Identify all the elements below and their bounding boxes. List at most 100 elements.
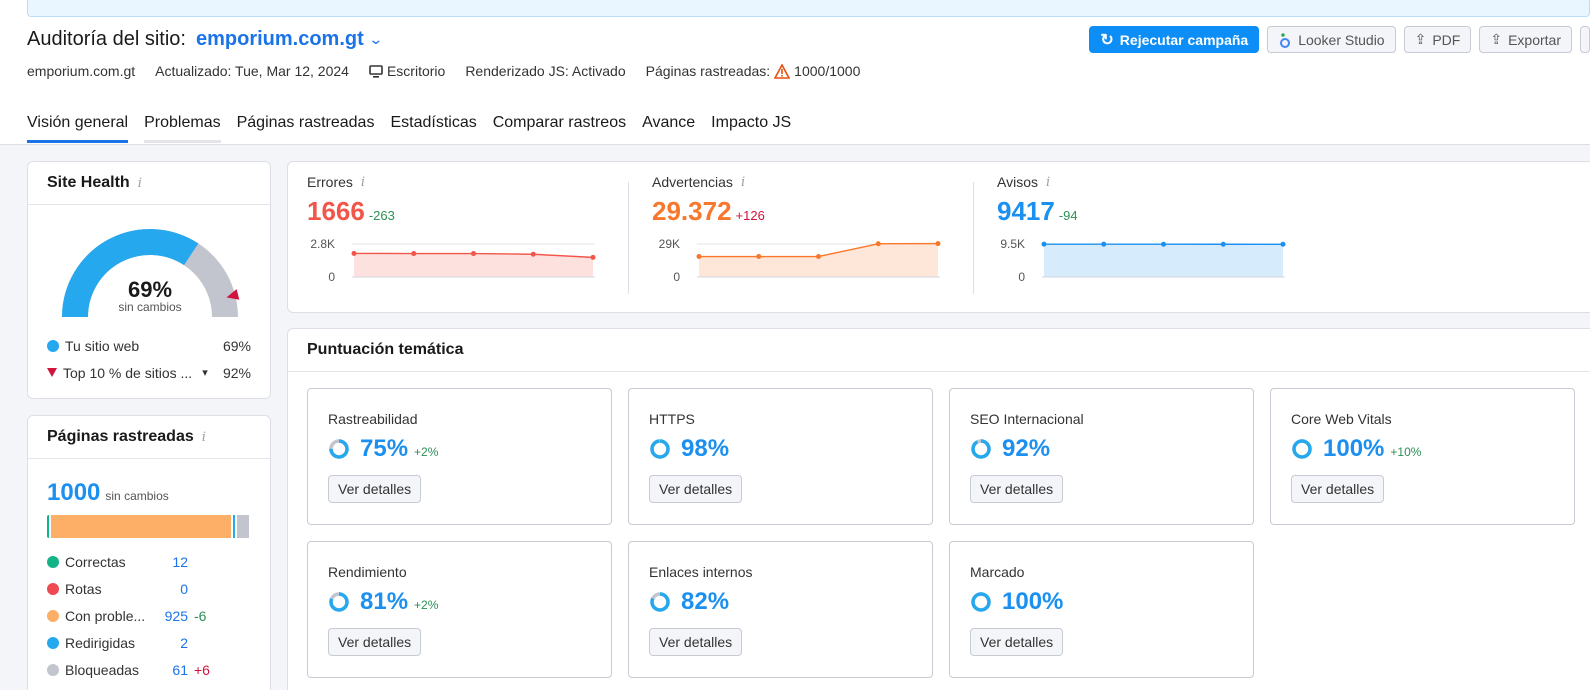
site-health-legend: Tu sitio web 69% Top 10 % de sitios ... …	[28, 332, 270, 386]
topic-score: 100%	[970, 588, 1233, 616]
topic-name: Rastreabilidad	[328, 411, 418, 427]
meta-crawled: Páginas rastreadas: 1000/1000	[646, 63, 861, 79]
chevron-down-icon[interactable]: ▾	[202, 366, 208, 379]
sparkline-point[interactable]	[1220, 241, 1226, 247]
sparkline-point[interactable]	[935, 241, 941, 247]
legend-value[interactable]: 0	[160, 581, 188, 597]
meta-site: emporium.com.gt	[27, 63, 136, 79]
export-label: Exportar	[1508, 31, 1561, 48]
view-details-button[interactable]: Ver detalles	[970, 628, 1064, 656]
meta-js-render: Renderizado JS: Activado	[465, 63, 626, 79]
sparkline-point[interactable]	[530, 251, 536, 257]
page-header: Auditoría del sitio: emporium.com.gt ⌄ e…	[0, 0, 1590, 145]
more-button[interactable]	[1580, 26, 1590, 53]
thematic-title-text: Puntuación temática	[307, 341, 464, 358]
sparkline-point[interactable]	[590, 254, 596, 260]
export-button[interactable]: ⇪ Exportar	[1479, 26, 1572, 53]
metric-value-row: 29.372 +126	[652, 196, 952, 227]
view-details-button[interactable]: Ver detalles	[649, 475, 743, 503]
metric-delta: +126	[735, 208, 765, 223]
pdf-button[interactable]: ⇪ PDF	[1403, 26, 1472, 53]
sparkline-point[interactable]	[1280, 241, 1286, 247]
tab-compare-crawls[interactable]: Comparar rastreos	[493, 114, 626, 143]
metric-label: Advertencias i	[652, 174, 952, 190]
sparkline-point[interactable]	[756, 254, 762, 260]
y-tick-min: 0	[673, 270, 680, 281]
sparkline-point[interactable]	[875, 241, 881, 247]
gauge-subtitle: sin cambios	[118, 300, 181, 314]
ring-fill	[650, 439, 670, 459]
legend-value[interactable]: 925	[160, 608, 188, 624]
notification-strip	[27, 0, 1590, 17]
topic-delta: +10%	[1390, 445, 1422, 459]
tab-statistics[interactable]: Estadísticas	[390, 114, 476, 143]
legend-delta: -6	[194, 607, 207, 624]
domain-selector[interactable]: emporium.com.gt	[196, 28, 364, 51]
meta-crawled-label: Páginas rastreadas:	[645, 63, 771, 79]
rerun-campaign-button[interactable]: ↻ Rejecutar campaña	[1089, 26, 1260, 53]
crawled-total-value[interactable]: 1000	[47, 479, 100, 507]
topic-card: SEO Internacional 92% Ver detalles	[949, 388, 1254, 525]
bar-segment[interactable]	[237, 515, 251, 538]
crawled-pages-title-text: Páginas rastreadas	[47, 428, 194, 445]
legend-label: Con proble...	[65, 607, 146, 624]
score-ring-icon	[650, 592, 670, 612]
site-health-title-text: Site Health	[47, 174, 130, 191]
topic-card: Core Web Vitals 100% +10% Ver detalles	[1270, 388, 1575, 525]
sparkline-point[interactable]	[1161, 241, 1166, 247]
legend-value[interactable]: 2	[160, 635, 188, 651]
info-icon[interactable]: i	[138, 176, 142, 191]
sparkline-point[interactable]	[696, 254, 702, 260]
sparkline-point[interactable]	[411, 251, 417, 257]
legend-label: Tu sitio web	[65, 337, 140, 354]
metric-value[interactable]: 9417	[997, 196, 1055, 227]
legend-top10[interactable]: Top 10 % de sitios ... ▾ 92%	[28, 359, 270, 386]
pdf-label: PDF	[1432, 31, 1461, 48]
chevron-down-icon[interactable]: ⌄	[368, 31, 383, 48]
info-icon[interactable]: i	[361, 175, 365, 190]
bar-segment[interactable]	[51, 515, 233, 538]
info-icon[interactable]: i	[1046, 175, 1050, 190]
y-tick-min: 0	[328, 270, 335, 281]
view-details-button[interactable]: Ver detalles	[328, 475, 422, 503]
crawled-pages-card: Páginas rastreadas i 1000 sin cambios Co…	[27, 415, 271, 690]
score-ring-icon	[1292, 439, 1312, 459]
sparkline-point[interactable]	[471, 251, 476, 257]
metric-sparkline: 29K 0	[659, 237, 941, 281]
legend-dot	[47, 582, 59, 595]
crawled-pages-row: Rotas 0	[28, 575, 270, 602]
legend-label: Rotas	[65, 580, 102, 597]
tab-crawled-pages[interactable]: Páginas rastreadas	[237, 114, 375, 143]
sparkline-point[interactable]	[816, 254, 821, 260]
topic-percent: 100%	[1002, 588, 1064, 615]
view-details-button[interactable]: Ver detalles	[328, 628, 422, 656]
sparkline-point[interactable]	[351, 250, 357, 256]
view-details-button[interactable]: Ver detalles	[970, 475, 1064, 503]
tab-js-impact[interactable]: Impacto JS	[711, 114, 791, 143]
audit-meta: emporium.com.gt Actualizado: Tue, Mar 12…	[27, 63, 860, 79]
metric-divider	[973, 182, 974, 294]
sparkline-point[interactable]	[1101, 241, 1107, 247]
topic-card: HTTPS 98% Ver detalles	[628, 388, 933, 525]
view-details-button[interactable]: Ver detalles	[649, 628, 743, 656]
y-tick-max: 2.8K	[310, 237, 335, 251]
metric-label-text: Advertencias	[652, 174, 733, 190]
metric-value-row: 1666 -263	[307, 196, 607, 227]
warning-icon	[774, 63, 791, 79]
legend-value[interactable]: 12	[160, 554, 188, 570]
view-details-button[interactable]: Ver detalles	[1291, 475, 1385, 503]
topic-name: Core Web Vitals	[1291, 411, 1392, 427]
legend-value[interactable]: 61	[160, 662, 188, 678]
metric-value[interactable]: 29.372	[652, 196, 732, 227]
tab-overview[interactable]: Visión general	[27, 114, 129, 143]
legend-dot	[47, 555, 59, 568]
metric-value[interactable]: 1666	[307, 196, 365, 227]
info-icon[interactable]: i	[202, 430, 206, 445]
looker-studio-button[interactable]: Looker Studio	[1267, 26, 1396, 53]
sparkline-point[interactable]	[1041, 241, 1047, 247]
header-actions: ↻ Rejecutar campaña Looker Studio ⇪ PDF …	[1089, 26, 1590, 53]
tab-issues[interactable]: Problemas	[144, 114, 221, 143]
thematic-score-card: Puntuación temática Rastreabilidad 75% +2%…	[287, 328, 1590, 690]
tab-progress[interactable]: Avance	[642, 114, 695, 143]
info-icon[interactable]: i	[741, 175, 745, 190]
